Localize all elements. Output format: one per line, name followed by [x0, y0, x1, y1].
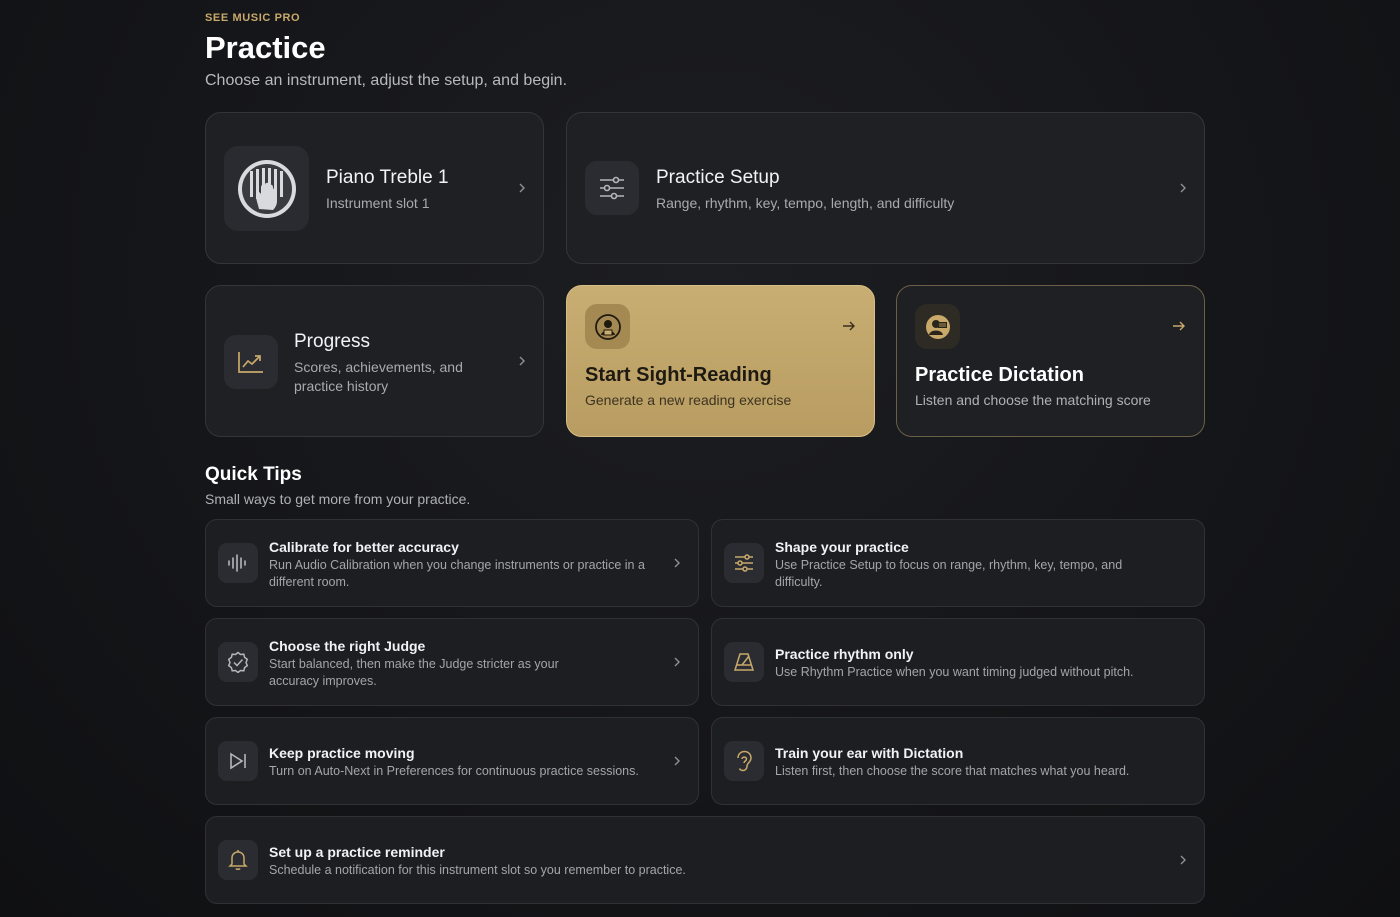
dictation-title: Practice Dictation — [915, 364, 1084, 386]
start-sight-reading-card[interactable]: Start Sight-Reading Generate a new readi… — [566, 285, 875, 437]
progress-subtitle-line1: Scores, achievements, and — [294, 359, 463, 375]
metronome-icon — [724, 642, 764, 682]
chart-line-icon — [224, 335, 278, 389]
tip-text-line1: Use Rhythm Practice when you want timing… — [775, 665, 1134, 679]
tip-text-line2: accuracy improves. — [269, 674, 377, 688]
badge-check-icon — [218, 642, 258, 682]
tip-text-line1: Listen first, then choose the score that… — [775, 764, 1130, 778]
tip-text-line1: Run Audio Calibration when you change in… — [269, 558, 645, 572]
instrument-card[interactable]: Piano Treble 1 Instrument slot 1 — [205, 112, 544, 264]
tip-train-ear[interactable]: Train your ear with Dictation Listen fir… — [711, 717, 1205, 805]
tip-choose-judge[interactable]: Choose the right Judge Start balanced, t… — [205, 618, 699, 706]
chevron-right-icon — [1180, 183, 1186, 193]
piano-hand-icon — [224, 146, 309, 231]
ear-icon — [724, 741, 764, 781]
chevron-right-icon — [519, 183, 525, 193]
practice-dictation-card[interactable]: Practice Dictation Listen and choose the… — [896, 285, 1205, 437]
brand-eyebrow: SEE MUSIC PRO — [205, 12, 301, 24]
reader-icon — [585, 304, 630, 349]
tip-text-line1: Start balanced, then make the Judge stri… — [269, 657, 559, 671]
tip-title: Keep practice moving — [269, 745, 415, 761]
chevron-right-icon — [674, 756, 680, 766]
tip-text-line1: Schedule a notification for this instrum… — [269, 863, 686, 877]
listener-icon — [915, 304, 960, 349]
skip-forward-icon — [218, 741, 258, 781]
instrument-title: Piano Treble 1 — [326, 167, 449, 188]
sliders-icon — [585, 161, 639, 215]
tip-text-line1: Turn on Auto-Next in Preferences for con… — [269, 764, 639, 778]
quick-tips-title: Quick Tips — [205, 464, 302, 485]
chevron-right-icon — [674, 657, 680, 667]
setup-subtitle: Range, rhythm, key, tempo, length, and d… — [656, 195, 955, 211]
tip-title: Train your ear with Dictation — [775, 745, 964, 761]
page-title: Practice — [205, 30, 326, 65]
waveform-icon — [218, 543, 258, 583]
progress-title: Progress — [294, 331, 371, 352]
tip-shape-practice[interactable]: Shape your practice Use Practice Setup t… — [711, 519, 1205, 607]
tip-title: Calibrate for better accuracy — [269, 539, 459, 555]
bell-icon — [218, 840, 258, 880]
tip-title: Set up a practice reminder — [269, 844, 445, 860]
setup-title: Practice Setup — [656, 167, 780, 188]
tip-keep-moving[interactable]: Keep practice moving Turn on Auto-Next i… — [205, 717, 699, 805]
quick-tips-subtitle: Small ways to get more from your practic… — [205, 491, 471, 507]
progress-subtitle-line2: practice history — [294, 378, 389, 394]
arrow-right-icon — [843, 321, 855, 331]
arrow-right-icon — [1173, 321, 1185, 331]
tip-text-line2: different room. — [269, 575, 350, 589]
chevron-right-icon — [674, 558, 680, 568]
instrument-subtitle: Instrument slot 1 — [326, 195, 430, 211]
chevron-right-icon — [519, 356, 525, 366]
sight-reading-subtitle: Generate a new reading exercise — [585, 392, 792, 408]
tip-calibrate[interactable]: Calibrate for better accuracy Run Audio … — [205, 519, 699, 607]
dictation-subtitle: Listen and choose the matching score — [915, 392, 1151, 408]
sight-reading-title: Start Sight-Reading — [585, 364, 772, 386]
tip-rhythm-only[interactable]: Practice rhythm only Use Rhythm Practice… — [711, 618, 1205, 706]
tip-title: Shape your practice — [775, 539, 909, 555]
sliders-icon — [724, 543, 764, 583]
practice-setup-card[interactable]: Practice Setup Range, rhythm, key, tempo… — [566, 112, 1205, 264]
tip-reminder[interactable]: Set up a practice reminder Schedule a no… — [205, 816, 1205, 904]
chevron-right-icon — [1180, 855, 1186, 865]
tip-text-line1: Use Practice Setup to focus on range, rh… — [775, 558, 1123, 572]
page-subtitle: Choose an instrument, adjust the setup, … — [205, 72, 568, 89]
tip-title: Practice rhythm only — [775, 646, 914, 662]
tip-title: Choose the right Judge — [269, 638, 426, 654]
progress-card[interactable]: Progress Scores, achievements, and pract… — [205, 285, 544, 437]
tip-text-line2: difficulty. — [775, 575, 823, 589]
